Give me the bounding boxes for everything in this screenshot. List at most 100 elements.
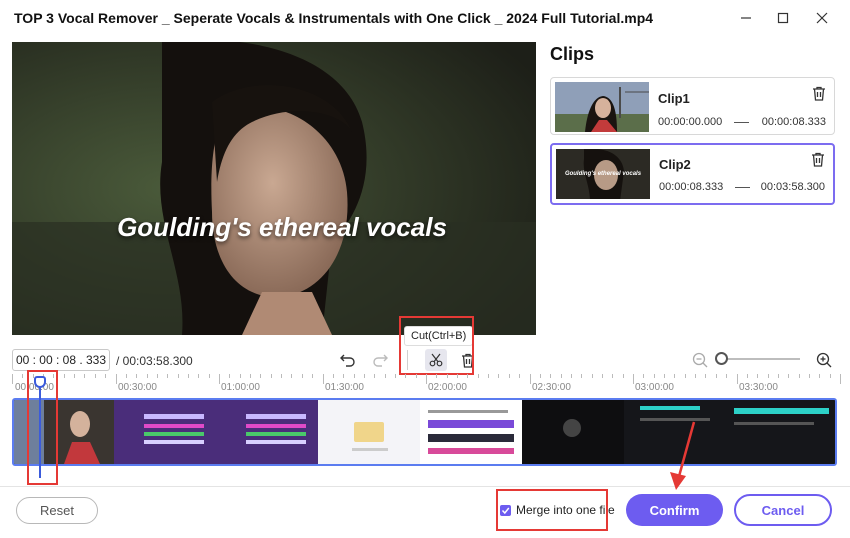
ruler-tick — [612, 374, 614, 378]
zoom-in-icon — [816, 352, 832, 368]
ruler-label: 00:30:00 — [118, 382, 157, 393]
ruler-tick — [601, 374, 603, 378]
ruler-tick — [198, 374, 200, 378]
ruler-tick — [581, 374, 583, 378]
merge-checkbox[interactable]: Merge into one file — [500, 503, 615, 517]
ruler-tick — [53, 374, 55, 378]
ruler-tick — [436, 374, 438, 378]
ruler-tick — [633, 374, 634, 384]
confirm-button[interactable]: Confirm — [626, 494, 723, 526]
ruler-tick — [394, 374, 396, 378]
ruler-tick — [405, 374, 407, 378]
delete-segment-button[interactable] — [458, 350, 478, 370]
footer-divider — [0, 486, 850, 487]
redo-button[interactable] — [370, 350, 390, 370]
reset-button[interactable]: Reset — [16, 497, 98, 524]
thumb-frame — [318, 400, 420, 464]
close-icon — [816, 12, 828, 24]
cut-button[interactable] — [425, 349, 447, 371]
ruler-tick — [736, 374, 738, 384]
video-frame-image — [12, 42, 536, 335]
ruler-tick — [622, 374, 624, 378]
thumb-frame — [114, 400, 216, 464]
maximize-button[interactable] — [771, 6, 795, 30]
ruler-tick — [187, 374, 189, 378]
playhead-handle[interactable] — [34, 376, 46, 388]
ruler-tick — [125, 374, 127, 378]
clip-start-time: 00:00:08.333 — [659, 181, 724, 193]
ruler-tick — [467, 374, 469, 378]
ruler-tick — [705, 374, 707, 378]
ruler-tick — [570, 374, 572, 378]
ruler-tick — [167, 374, 169, 378]
cut-tooltip: Cut(Ctrl+B) — [404, 326, 474, 346]
thumb-frame — [624, 400, 835, 464]
ruler-label: 01:30:00 — [325, 382, 364, 393]
clip-item-selected[interactable]: Goulding's ethereal vocals Clip2 00:00:0… — [550, 143, 835, 205]
clip-end-time: 00:00:08.333 — [761, 116, 826, 128]
video-preview[interactable]: Goulding's ethereal vocals — [12, 42, 536, 335]
ruler-tick — [819, 374, 821, 378]
merge-label: Merge into one file — [516, 503, 615, 517]
zoom-out-icon — [692, 352, 708, 368]
clip-item[interactable]: Clip1 00:00:00.000 00:00:08.333 — [550, 77, 835, 135]
timecode-input[interactable]: 00 : 00 : 08 . 333 — [12, 349, 110, 371]
ruler-tick — [767, 374, 769, 378]
ruler-tick — [457, 374, 459, 378]
thumb-frame — [216, 400, 318, 464]
ruler-tick — [208, 374, 210, 378]
ruler-tick — [560, 374, 562, 378]
ruler-tick — [146, 374, 148, 378]
clip-thumbnail-caption: Goulding's ethereal vocals — [564, 171, 642, 177]
zoom-slider-track[interactable] — [716, 358, 800, 360]
annotation-arrow — [670, 421, 696, 490]
ruler-tick — [550, 374, 552, 378]
ruler-tick — [426, 374, 427, 384]
ruler-tick — [332, 374, 334, 378]
ruler-tick — [156, 374, 158, 378]
thumb-frame — [44, 400, 114, 464]
ruler-tick — [840, 374, 841, 384]
clip-start-time: 00:00:00.000 — [658, 116, 723, 128]
clip-name: Clip1 — [658, 91, 690, 106]
ruler-label: 02:30:00 — [532, 382, 571, 393]
ruler-tick — [260, 374, 262, 378]
ruler-tick — [281, 374, 283, 378]
ruler-tick — [757, 374, 759, 378]
zoom-slider-handle[interactable] — [715, 352, 728, 365]
trash-icon — [812, 152, 824, 167]
zoom-in-button[interactable] — [814, 350, 834, 370]
playhead-line[interactable] — [39, 378, 41, 478]
undo-button[interactable] — [338, 350, 358, 370]
ruler-tick — [415, 374, 417, 378]
ruler-tick — [177, 374, 179, 378]
delete-clip-button[interactable] — [811, 152, 825, 172]
video-caption: Goulding's ethereal vocals — [117, 212, 447, 242]
ruler-tick — [22, 374, 24, 378]
delete-clip-button[interactable] — [812, 86, 826, 106]
ruler-tick — [829, 374, 831, 378]
ruler-tick — [74, 374, 76, 378]
ruler-tick — [715, 374, 717, 378]
ruler-tick — [808, 374, 810, 378]
ruler-tick — [63, 374, 65, 378]
ruler-tick — [219, 374, 220, 384]
timeline-ruler[interactable]: 00:00:00 00:30:00 01:00:00 01:30:00 02:0… — [12, 374, 841, 396]
ruler-tick — [695, 374, 697, 378]
ruler-tick — [446, 374, 448, 378]
undo-icon — [340, 354, 355, 367]
ruler-tick — [384, 374, 386, 378]
timeline-track[interactable] — [12, 398, 837, 466]
cancel-button[interactable]: Cancel — [734, 494, 832, 526]
close-button[interactable] — [810, 6, 834, 30]
ruler-tick — [343, 374, 345, 378]
redo-icon — [373, 354, 388, 367]
ruler-tick — [798, 374, 800, 378]
minimize-button[interactable] — [734, 6, 758, 30]
clips-heading: Clips — [550, 44, 595, 64]
zoom-out-button[interactable] — [690, 350, 710, 370]
ruler-tick — [488, 374, 490, 378]
ruler-tick — [674, 374, 676, 378]
ruler-tick — [105, 374, 107, 378]
maximize-icon — [777, 12, 789, 24]
